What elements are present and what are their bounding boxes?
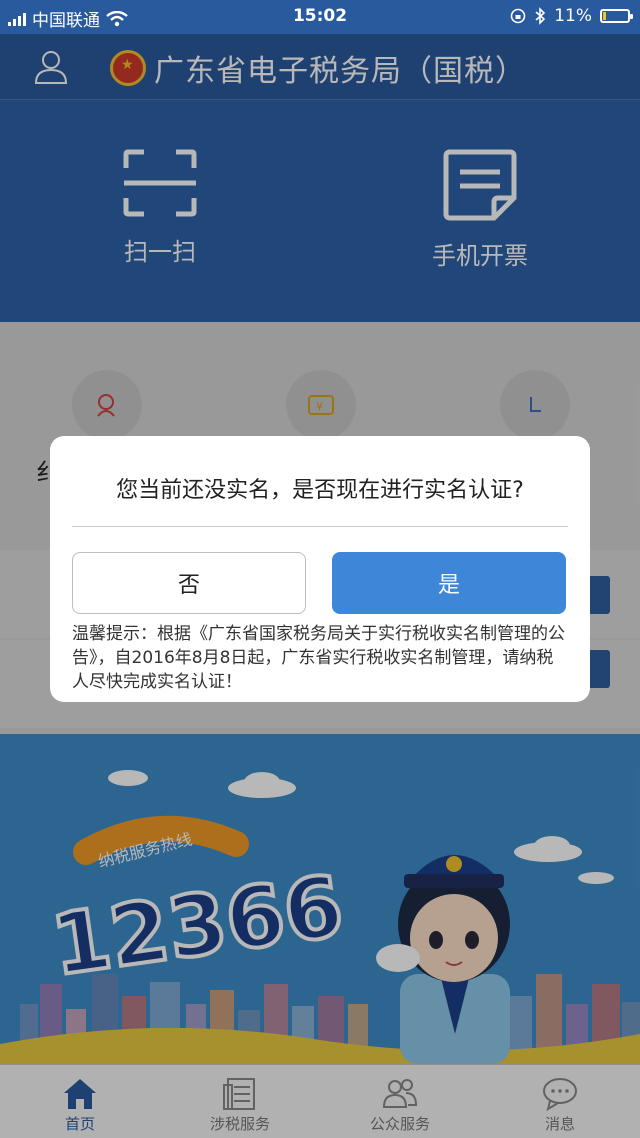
dialog-tip: 温馨提示：根据《广东省国家税务局关于实行税收实名制管理的公告》，自2016年8月…: [72, 624, 565, 692]
yes-button[interactable]: 是: [332, 552, 566, 614]
real-name-dialog: 您当前还没实名，是否现在进行实名认证? 否 是 温馨提示：根据《广东省国家税务局…: [50, 436, 590, 702]
dialog-question: 您当前还没实名，是否现在进行实名认证?: [116, 478, 524, 503]
status-right: 11%: [510, 6, 633, 26]
lock-rotation-icon: [510, 8, 526, 24]
battery-fill: [603, 12, 606, 20]
bluetooth-icon: [535, 7, 546, 25]
battery-percent: 11%: [554, 6, 592, 26]
no-button[interactable]: 否: [72, 552, 306, 614]
status-bar: 中国联通 15:02 11%: [0, 0, 640, 34]
dialog-divider: [72, 526, 568, 527]
battery-icon: [600, 9, 633, 23]
